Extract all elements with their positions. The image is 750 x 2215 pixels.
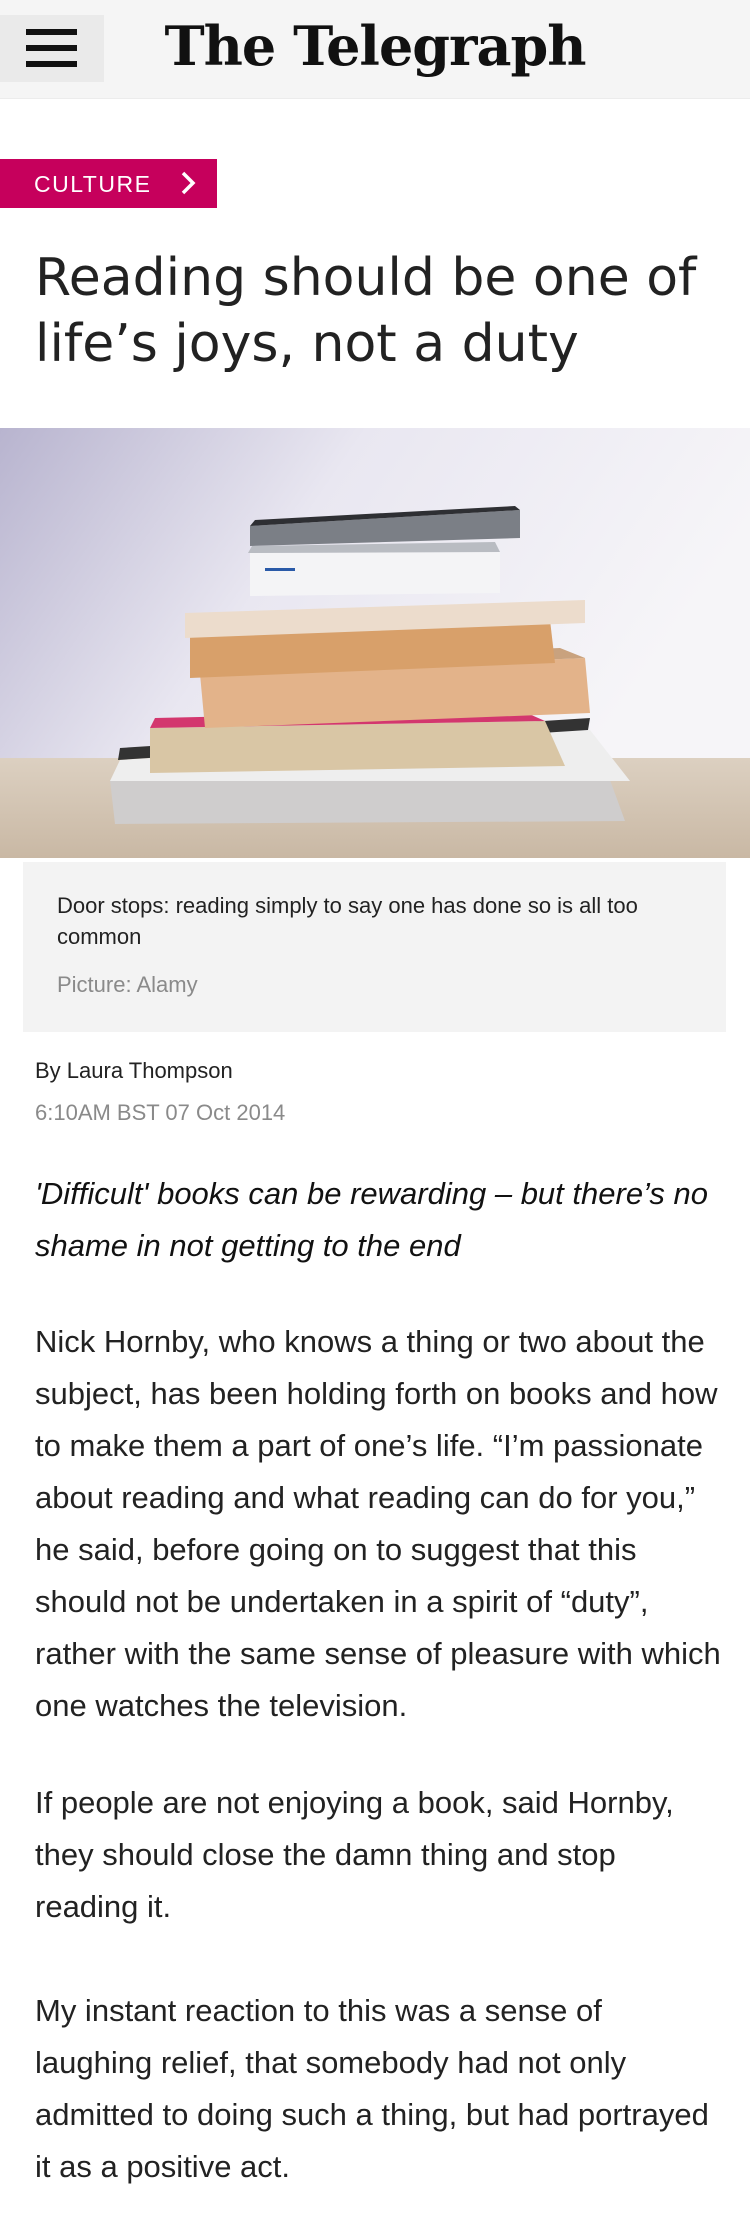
- article-paragraph: My instant reaction to this was a sense …: [35, 1993, 709, 2184]
- telegraph-logo[interactable]: The Telegraph: [0, 14, 750, 78]
- article-headline: Reading should be one of life’s joys, no…: [35, 248, 697, 374]
- article-standfirst: 'Difficult' books can be rewarding – but…: [35, 1176, 708, 1263]
- article-paragraph: If people are not enjoying a book, said …: [35, 1785, 674, 1924]
- article-byline[interactable]: By Laura Thompson: [35, 1058, 233, 1084]
- image-credit: Picture: Alamy: [57, 972, 198, 997]
- image-caption-box: Door stops: reading simply to say one ha…: [23, 862, 726, 1032]
- section-label: CULTURE: [34, 171, 152, 197]
- article-hero-image[interactable]: [0, 428, 750, 858]
- section-tag-culture[interactable]: CULTURE: [0, 159, 217, 208]
- chevron-right-icon: [181, 171, 196, 195]
- site-header: The Telegraph: [0, 0, 750, 99]
- article-date: 6:10AM BST 07 Oct 2014: [35, 1100, 286, 1125]
- article-paragraph: Nick Hornby, who knows a thing or two ab…: [35, 1324, 721, 1723]
- image-caption: Door stops: reading simply to say one ha…: [57, 893, 638, 949]
